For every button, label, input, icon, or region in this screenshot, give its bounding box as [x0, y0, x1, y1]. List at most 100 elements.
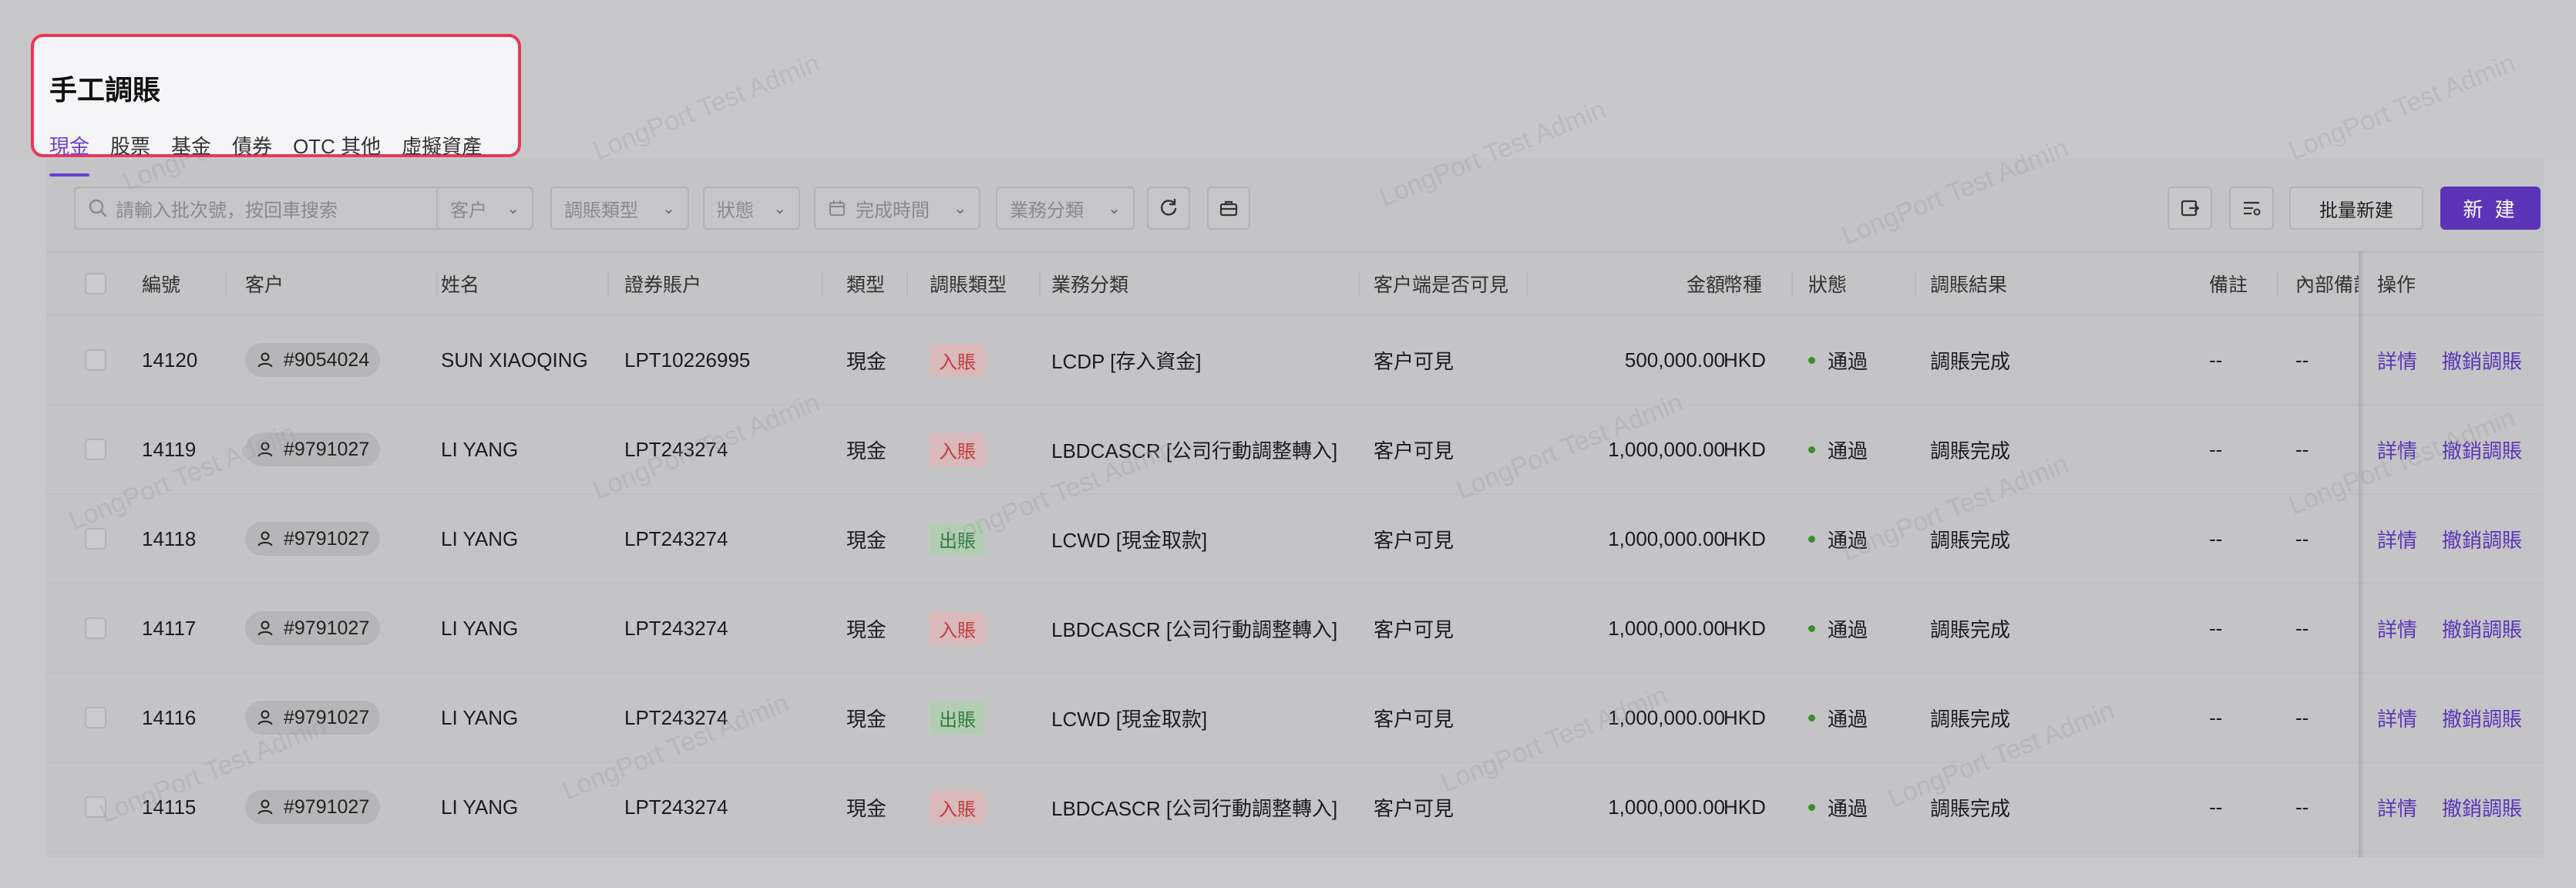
customer-chip[interactable]: #9791027 [245, 790, 381, 824]
customer-chip[interactable]: #9791027 [245, 701, 381, 735]
tab-bonds[interactable]: 債券 [232, 131, 272, 160]
tab-stocks[interactable]: 股票 [110, 131, 150, 160]
status-text: 通過 [1828, 349, 1868, 373]
cell-amount: 1,000,000.00 [1608, 705, 1725, 729]
cancel-adjustment-link[interactable]: 撤銷調賬 [2442, 346, 2522, 375]
cell-client-visible: 客户可見 [1374, 528, 1454, 552]
business-category-filter[interactable]: 業務分類 ⌄ [996, 187, 1135, 230]
asset-tabs: 現金 股票 基金 債券 OTC 其他 虛擬資產 [49, 131, 503, 177]
adjust-type-filter-label: 調賬類型 [564, 200, 638, 221]
tab-virtual-assets[interactable]: 虛擬資產 [402, 131, 482, 160]
status-filter[interactable]: 狀態 ⌄ [703, 187, 800, 230]
row-checkbox[interactable] [85, 617, 106, 639]
cell-account: LPT10226995 [624, 348, 751, 372]
select-all-checkbox[interactable] [85, 273, 106, 294]
export-icon [2179, 197, 2201, 219]
customer-chip[interactable]: #9054024 [245, 343, 381, 377]
asset-select-button[interactable] [1207, 187, 1250, 230]
cell-remark: -- [2209, 705, 2223, 729]
cell-customer: #9054024 [245, 316, 381, 404]
detail-link[interactable]: 詳情 [2377, 346, 2417, 375]
row-checkbox[interactable] [85, 707, 106, 728]
search-input[interactable]: 請輸入批次號，按回車搜索 [74, 187, 469, 230]
cell-status: 通過 [1808, 584, 1868, 672]
adjust-type-tag: 入賬 [930, 432, 985, 466]
cell-currency: HKD [1723, 705, 1766, 729]
cell-name: LI YANG [441, 795, 519, 819]
row-checkbox[interactable] [85, 796, 106, 818]
cell-id: 14115 [142, 795, 197, 819]
cell-customer: #9791027 [245, 674, 381, 762]
row-checkbox[interactable] [85, 349, 106, 371]
customer-chip[interactable]: #9791027 [245, 432, 381, 466]
cell-internal-remark: -- [2295, 437, 2309, 461]
status-dot [1808, 624, 1815, 632]
cancel-adjustment-link[interactable]: 撤銷調賬 [2442, 614, 2522, 643]
cell-currency: HKD [1723, 616, 1766, 640]
detail-link[interactable]: 詳情 [2377, 525, 2417, 553]
cell-account: LPT243274 [624, 795, 728, 819]
chevron-down-icon: ⌄ [506, 200, 520, 217]
header-amount: 金額 [1531, 253, 1737, 314]
user-icon [256, 351, 284, 369]
cell-type: 現金 [846, 528, 887, 552]
cell-client-visible: 客户可見 [1374, 349, 1454, 373]
cell-id: 14120 [142, 348, 198, 372]
business-category-filter-label: 業務分類 [1010, 200, 1084, 221]
user-icon [256, 530, 284, 548]
customer-chip[interactable]: #9791027 [245, 611, 381, 645]
header-currency: 幣種 [1723, 253, 1793, 314]
status-dot [1808, 446, 1815, 453]
select-all-checkbox-cell [85, 253, 108, 314]
cell-id: 14119 [142, 437, 197, 461]
cell-account: LPT243274 [624, 705, 728, 729]
status-dot [1808, 803, 1815, 811]
cancel-adjustment-link[interactable]: 撤銷調賬 [2442, 704, 2522, 732]
cell-type: 現金 [846, 707, 887, 731]
cell-adjust-type: 入賬 [930, 584, 985, 672]
customer-chip[interactable]: #9791027 [245, 522, 381, 556]
detail-link[interactable]: 詳情 [2377, 614, 2417, 643]
row-checkbox[interactable] [85, 439, 106, 460]
column-settings-button[interactable] [2229, 187, 2274, 230]
calendar-icon [828, 199, 846, 217]
export-button[interactable] [2167, 187, 2212, 230]
header-type: 類型 [846, 253, 908, 314]
header-status: 狀態 [1808, 253, 1916, 314]
customer-id: #9791027 [284, 617, 370, 639]
complete-time-filter-label: 完成時間 [856, 200, 930, 221]
detail-link[interactable]: 詳情 [2377, 436, 2417, 464]
refresh-button[interactable] [1147, 187, 1190, 230]
row-checkbox[interactable] [85, 528, 106, 550]
briefcase-icon [1218, 197, 1239, 219]
header-business-category: 業務分類 [1051, 253, 1360, 314]
detail-link[interactable]: 詳情 [2377, 793, 2417, 822]
status-dot [1808, 535, 1815, 543]
header-name: 姓名 [441, 253, 609, 314]
tab-otc-other[interactable]: OTC 其他 [293, 131, 381, 160]
cancel-adjustment-link[interactable]: 撤銷調賬 [2442, 525, 2522, 553]
batch-new-button[interactable]: 批量新建 [2289, 187, 2423, 230]
table-row: 14115 #9791027 LI YANG LPT243274 現金 入賬 L… [46, 763, 2544, 853]
customer-filter[interactable]: 客户 ⌄ [436, 187, 533, 230]
cell-customer: #9791027 [245, 405, 381, 493]
header-client-visible: 客户端是否可見 [1374, 253, 1528, 314]
adjust-type-filter[interactable]: 調賬類型 ⌄ [550, 187, 689, 230]
cancel-adjustment-link[interactable]: 撤銷調賬 [2442, 436, 2522, 464]
adjust-type-tag: 出賬 [930, 701, 985, 735]
cell-amount: 1,000,000.00 [1608, 795, 1725, 819]
row-checkbox-cell [85, 763, 108, 851]
header-remark: 備註 [2209, 253, 2278, 314]
cell-type: 現金 [846, 617, 887, 641]
cancel-adjustment-link[interactable]: 撤銷調賬 [2442, 793, 2522, 822]
tab-funds[interactable]: 基金 [171, 131, 211, 160]
tab-cash[interactable]: 現金 [49, 131, 90, 177]
detail-link[interactable]: 詳情 [2377, 704, 2417, 732]
cell-business-category: LBDCASCR [公司行動調整轉入] [1051, 439, 1338, 462]
new-button[interactable]: 新 建 [2440, 187, 2541, 230]
adjust-type-tag: 出賬 [930, 522, 985, 556]
cell-account: LPT243274 [624, 437, 728, 461]
cell-result: 調賬完成 [1930, 796, 2011, 820]
complete-time-filter[interactable]: 完成時間 ⌄ [814, 187, 980, 230]
header-result: 調賬結果 [1930, 253, 2223, 314]
